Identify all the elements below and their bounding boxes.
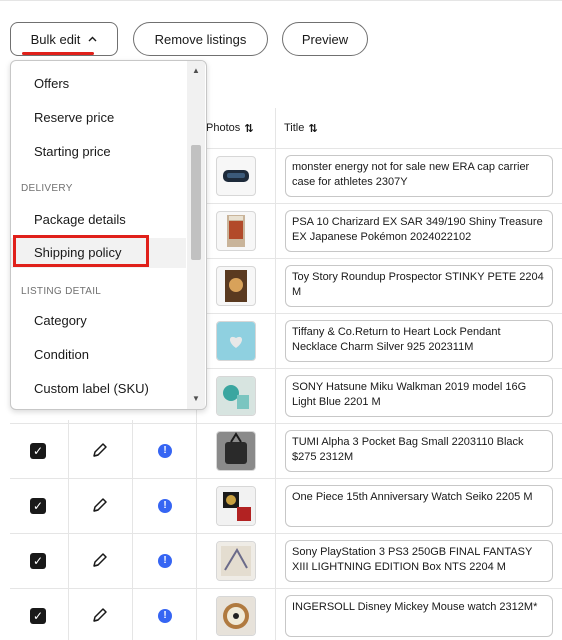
row-checkbox[interactable]: ✓ [30, 608, 46, 624]
bulk-edit-button[interactable]: Bulk edit [10, 22, 118, 56]
photos-column-header[interactable]: Photos ⇅ [196, 108, 274, 148]
info-alert-icon[interactable]: ! [158, 554, 172, 568]
scroll-up-arrow-icon[interactable]: ▲ [187, 63, 205, 79]
title-header-label: Title [284, 122, 305, 134]
listing-photo[interactable] [216, 211, 256, 251]
row-checkbox[interactable]: ✓ [30, 553, 46, 569]
top-divider [0, 0, 562, 1]
menu-item-starting-price[interactable]: Starting price [11, 137, 186, 167]
title-input[interactable]: TUMI Alpha 3 Pocket Bag Small 2203110 Bl… [285, 430, 553, 472]
bulk-edit-label: Bulk edit [30, 31, 81, 47]
menu-item-category[interactable]: Category [11, 306, 186, 336]
sort-icon: ⇅ [244, 122, 254, 135]
menu-item-package-details[interactable]: Package details [11, 205, 186, 235]
table-row: ✓ ! Sony PlayStation 3 PS3 250GB FINAL F… [10, 533, 562, 589]
listing-photo[interactable] [216, 266, 256, 306]
pencil-icon[interactable] [91, 550, 109, 570]
title-input[interactable]: INGERSOLL Disney Mickey Mouse watch 2312… [285, 595, 553, 637]
title-input[interactable]: One Piece 15th Anniversary Watch Seiko 2… [285, 485, 553, 527]
info-alert-icon[interactable]: ! [158, 444, 172, 458]
info-alert-icon[interactable]: ! [158, 499, 172, 513]
scrollbar-thumb[interactable] [191, 145, 201, 260]
menu-section-delivery: DELIVERY [21, 183, 73, 194]
table-row: ✓ ! TUMI Alpha 3 Pocket Bag Small 220311… [10, 423, 562, 479]
remove-listings-label: Remove listings [154, 31, 247, 47]
menu-item-condition[interactable]: Condition [11, 340, 186, 370]
title-input[interactable]: PSA 10 Charizard EX SAR 349/190 Shiny Tr… [285, 210, 553, 252]
listing-photo[interactable] [216, 596, 256, 636]
photos-header-label: Photos [206, 122, 241, 134]
title-input[interactable]: Sony PlayStation 3 PS3 250GB FINAL FANTA… [285, 540, 553, 582]
chevron-up-icon [88, 34, 97, 45]
title-input[interactable]: monster energy not for sale new ERA cap … [285, 155, 553, 197]
row-checkbox[interactable]: ✓ [30, 443, 46, 459]
menu-item-offers[interactable]: Offers [11, 69, 186, 99]
menu-item-custom-label-sku[interactable]: Custom label (SKU) [11, 374, 186, 404]
listing-photo[interactable] [216, 541, 256, 581]
preview-label: Preview [301, 31, 349, 47]
bulk-edit-menu: Offers Reserve price Starting price DELI… [10, 60, 207, 410]
listings-page: Bulk edit Remove listings Preview Photos… [0, 0, 562, 640]
listing-photo[interactable] [216, 156, 256, 196]
sort-icon: ⇅ [308, 122, 318, 135]
pencil-icon[interactable] [91, 495, 109, 515]
annotation-highlight-box [13, 235, 149, 267]
info-alert-icon[interactable]: ! [158, 609, 172, 623]
annotation-underline [22, 52, 94, 55]
menu-section-listing-detail: LISTING DETAIL [21, 286, 102, 297]
title-input[interactable]: Tiffany & Co.Return to Heart Lock Pendan… [285, 320, 553, 362]
preview-button[interactable]: Preview [282, 22, 368, 56]
listing-photo[interactable] [216, 486, 256, 526]
listing-photo[interactable] [216, 321, 256, 361]
title-input[interactable]: Toy Story Roundup Prospector STINKY PETE… [285, 265, 553, 307]
menu-item-reserve-price[interactable]: Reserve price [11, 103, 186, 133]
remove-listings-button[interactable]: Remove listings [133, 22, 268, 56]
menu-scrollbar[interactable]: ▲ ▼ [187, 61, 205, 409]
pencil-icon[interactable] [91, 605, 109, 625]
listing-photo[interactable] [216, 376, 256, 416]
table-row: ✓ ! INGERSOLL Disney Mickey Mouse watch … [10, 588, 562, 640]
title-input[interactable]: SONY Hatsune Miku Walkman 2019 model 16G… [285, 375, 553, 417]
listing-photo[interactable] [216, 431, 256, 471]
title-column-header[interactable]: Title ⇅ [275, 108, 562, 148]
table-row: ✓ ! One Piece 15th Anniversary Watch Sei… [10, 478, 562, 534]
scroll-down-arrow-icon[interactable]: ▼ [187, 391, 205, 407]
pencil-icon[interactable] [91, 440, 109, 460]
row-checkbox[interactable]: ✓ [30, 498, 46, 514]
